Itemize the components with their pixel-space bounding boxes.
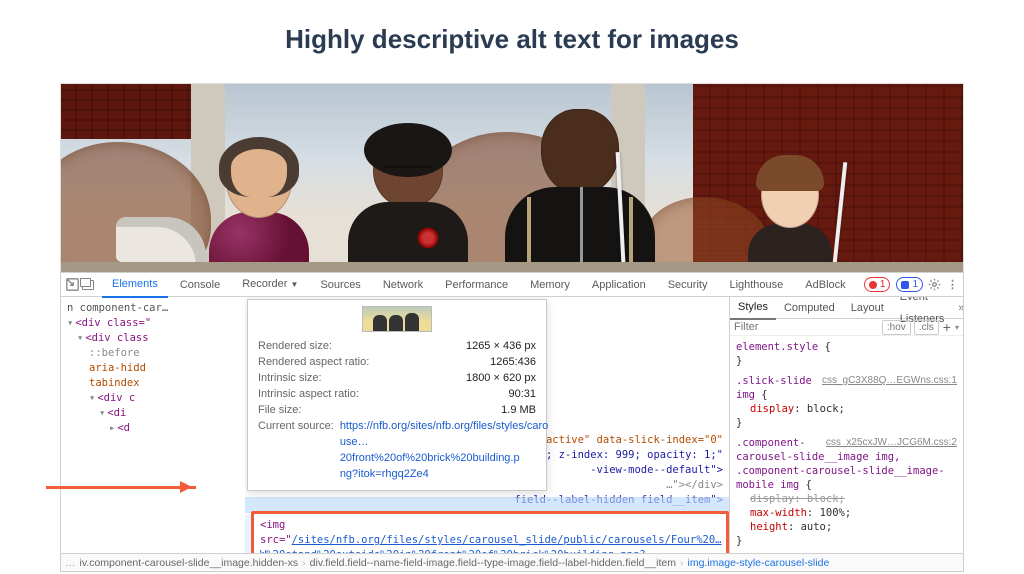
image-hover-popover: Rendered size:1265 × 436 px Rendered asp…	[247, 299, 547, 491]
tab-console[interactable]: Console	[170, 273, 230, 297]
gear-icon[interactable]	[927, 277, 942, 292]
styles-tab-layout[interactable]: Layout	[843, 297, 892, 319]
new-style-rule-button[interactable]: +	[939, 319, 955, 335]
callout-arrow-icon	[46, 486, 196, 489]
inspect-icon[interactable]	[65, 277, 80, 292]
tab-security[interactable]: Security	[658, 273, 718, 297]
devtools-panel: Elements Console Recorder ▼ Sources Netw…	[60, 272, 964, 572]
page-title: Highly descriptive alt text for images	[0, 0, 1024, 83]
tab-network[interactable]: Network	[373, 273, 433, 297]
highlighted-img-element[interactable]: <img src="/sites/nfb.org/files/styles/ca…	[251, 511, 729, 553]
dom-breadcrumb[interactable]: … iv.component-carousel-slide__image.hid…	[61, 553, 963, 571]
styles-panel: Styles Computed Layout Event Listeners »…	[729, 297, 963, 553]
tab-adblock[interactable]: AdBlock	[795, 273, 855, 297]
styles-caret-icon[interactable]: ▾	[955, 323, 959, 332]
device-toggle-icon[interactable]	[82, 280, 94, 290]
dom-tree[interactable]: n component-car… <div class=" <div class…	[61, 297, 245, 553]
message-badge[interactable]: 1	[896, 277, 923, 292]
styles-tab-computed[interactable]: Computed	[776, 297, 843, 319]
css-rules[interactable]: element.style { } css_gC3X88Q…EGWns.css:…	[730, 336, 963, 553]
popover-source-link[interactable]: https://nfb.org/sites/nfb.org/files/styl…	[340, 420, 548, 480]
cls-toggle[interactable]: .cls	[914, 320, 939, 335]
tab-elements[interactable]: Elements	[102, 272, 168, 298]
more-icon[interactable]: ⋮	[944, 277, 959, 292]
popover-thumbnail	[362, 306, 432, 332]
styles-tab-styles[interactable]: Styles	[730, 297, 776, 320]
tab-application[interactable]: Application	[582, 273, 656, 297]
dom-source[interactable]: Rendered size:1265 × 436 px Rendered asp…	[245, 297, 729, 553]
hero-photo	[60, 83, 964, 273]
styles-tabs-more-icon[interactable]: »	[952, 302, 963, 314]
breadcrumb-item[interactable]: div.field.field--name-field-image.field-…	[306, 557, 680, 569]
error-badge[interactable]: 1	[864, 277, 891, 292]
tab-memory[interactable]: Memory	[520, 273, 580, 297]
tab-recorder[interactable]: Recorder ▼	[232, 272, 308, 297]
tab-lighthouse[interactable]: Lighthouse	[719, 273, 793, 297]
devtools-tabbar: Elements Console Recorder ▼ Sources Netw…	[61, 273, 963, 297]
hov-toggle[interactable]: :hov	[882, 320, 911, 335]
styles-filter-input[interactable]	[734, 321, 879, 333]
breadcrumb-item-active[interactable]: img.image-style-carousel-slide	[683, 557, 833, 569]
breadcrumb-item[interactable]: iv.component-carousel-slide__image.hidde…	[76, 557, 303, 569]
tab-performance[interactable]: Performance	[435, 273, 518, 297]
tab-sources[interactable]: Sources	[310, 273, 370, 297]
